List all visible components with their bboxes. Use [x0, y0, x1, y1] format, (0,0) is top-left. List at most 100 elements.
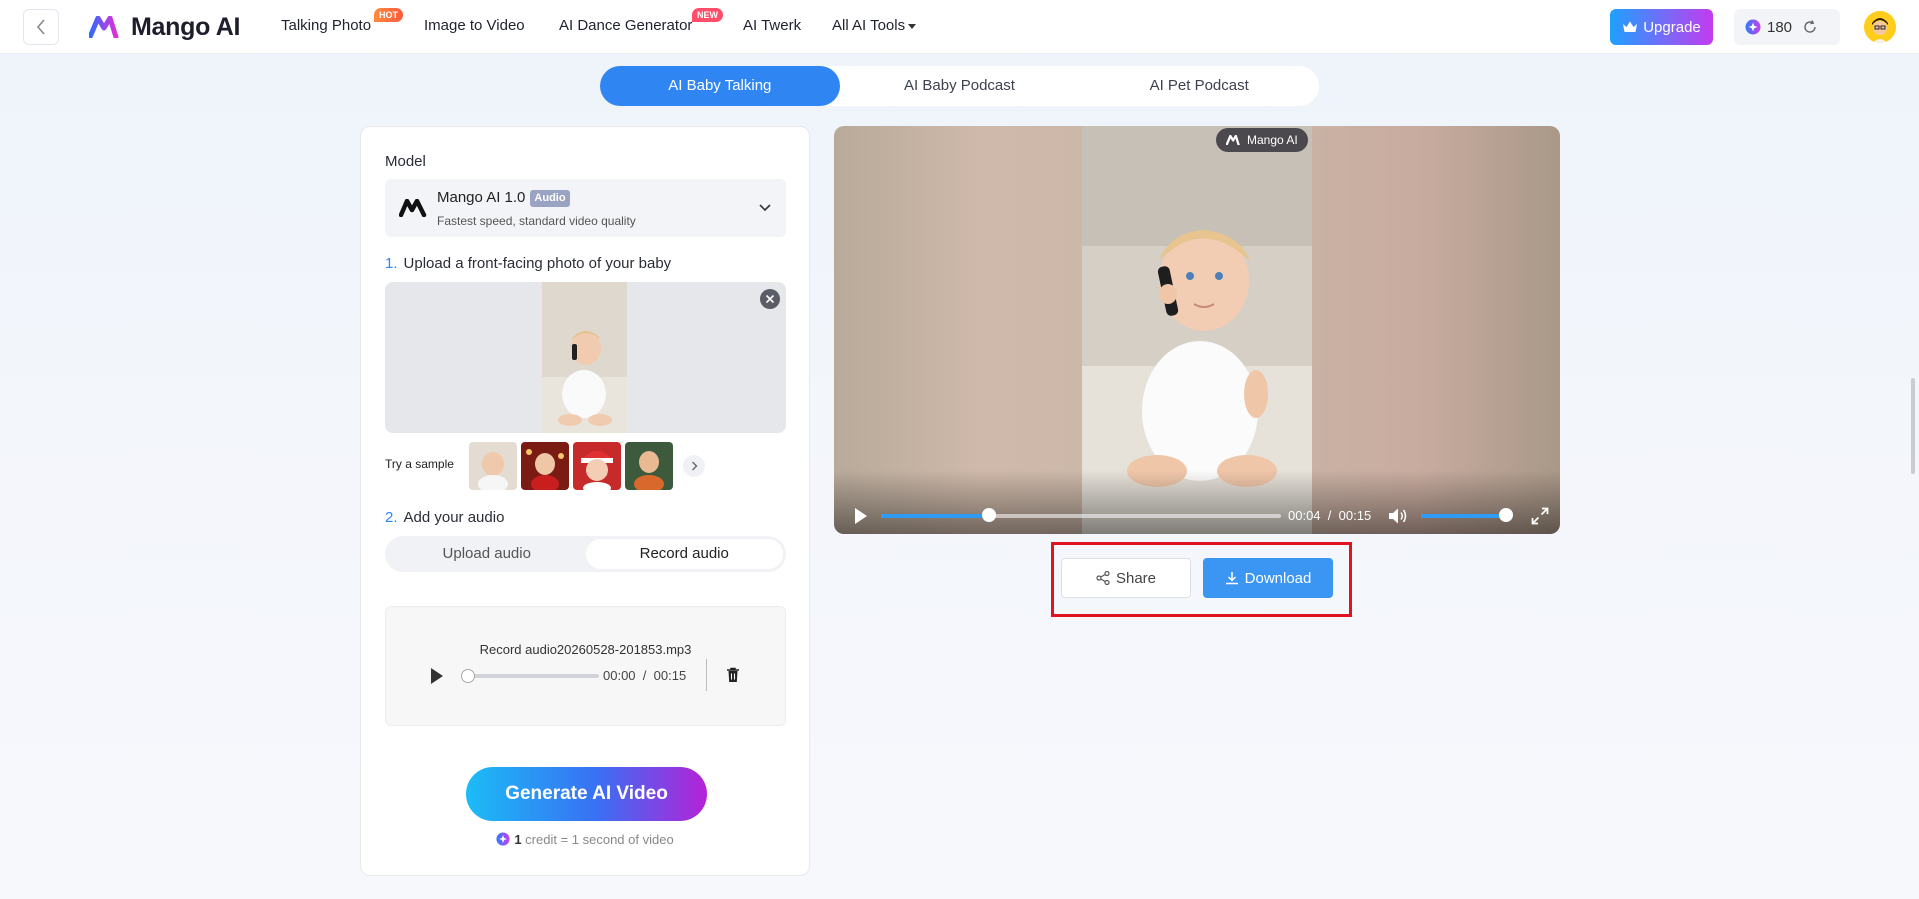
- settings-panel: Model Mango AI 1.0 Audio Fastest speed, s…: [360, 126, 810, 876]
- nav-talking-photo[interactable]: Talking Photo: [281, 17, 371, 34]
- video-controls: 00:04 / 00:15: [834, 470, 1560, 534]
- generate-video-button[interactable]: Generate AI Video: [466, 767, 707, 821]
- step2-number: 2.: [385, 509, 398, 526]
- chevron-down-icon: [759, 204, 771, 212]
- try-sample-label: Try a sample: [385, 457, 454, 471]
- share-button[interactable]: Share: [1061, 558, 1191, 598]
- sample-image: [521, 442, 569, 490]
- credit-text: credit = 1 second of video: [525, 832, 674, 847]
- audio-current-time: 00:00: [603, 668, 636, 683]
- model-name: Mango AI 1.0 Audio: [437, 189, 570, 207]
- audio-progress-handle[interactable]: [461, 669, 475, 683]
- audio-source-tabs: Upload audio Record audio: [385, 536, 786, 572]
- audio-time-separator: /: [642, 668, 647, 683]
- logo[interactable]: Mango AI: [89, 11, 240, 43]
- tab-record-audio[interactable]: Record audio: [585, 539, 783, 569]
- close-icon: [765, 294, 775, 304]
- step1-number: 1.: [385, 255, 398, 272]
- back-button[interactable]: [23, 9, 59, 45]
- sample-image: [469, 442, 517, 490]
- nav-all-ai-tools[interactable]: All AI Tools: [832, 17, 917, 34]
- sample-thumbnail-3[interactable]: [573, 442, 621, 490]
- volume-fill: [1421, 514, 1506, 518]
- page-scrollbar[interactable]: [1911, 378, 1915, 474]
- refresh-icon[interactable]: [1802, 19, 1818, 35]
- step1-label: 1. Upload a front-facing photo of your ba…: [385, 255, 671, 272]
- remove-photo-button[interactable]: [760, 289, 780, 309]
- video-time-separator: /: [1327, 508, 1332, 523]
- video-progress-fill: [881, 514, 989, 518]
- avatar-image: [1864, 11, 1896, 43]
- nav-image-to-video[interactable]: Image to Video: [424, 17, 525, 34]
- audio-time: 00:00 / 00:15: [603, 668, 686, 683]
- uploaded-photo: [542, 282, 627, 433]
- new-badge: NEW: [692, 8, 723, 22]
- step2-label: 2. Add your audio: [385, 509, 504, 526]
- video-progress-handle[interactable]: [982, 508, 996, 522]
- samples-next-button[interactable]: [683, 455, 705, 477]
- tab-ai-baby-podcast[interactable]: AI Baby Podcast: [840, 66, 1080, 106]
- share-icon: [1096, 571, 1110, 585]
- tab-ai-baby-talking[interactable]: AI Baby Talking: [600, 66, 840, 106]
- chevron-right-icon: [691, 461, 697, 471]
- recorded-audio-player: Record audio20260528-201853.mp3 00:00 / …: [385, 606, 786, 726]
- audio-tag: Audio: [530, 190, 570, 207]
- credit-icon: [496, 832, 510, 846]
- video-current-time: 00:04: [1288, 508, 1321, 523]
- credit-icon: [1745, 19, 1761, 35]
- credit-count: 1: [514, 832, 522, 847]
- audio-duration: 00:15: [653, 668, 687, 683]
- volume-handle[interactable]: [1499, 508, 1513, 522]
- video-duration: 00:15: [1338, 508, 1372, 523]
- video-player[interactable]: Mango AI 00:04 / 00:15: [834, 126, 1560, 534]
- upgrade-button[interactable]: Upgrade: [1610, 9, 1713, 45]
- divider: [706, 659, 707, 691]
- tab-ai-pet-podcast[interactable]: AI Pet Podcast: [1079, 66, 1319, 106]
- video-time: 00:04 / 00:15: [1288, 508, 1371, 523]
- sample-image: [625, 442, 673, 490]
- model-dropdown[interactable]: Mango AI 1.0 Audio Fastest speed, standar…: [385, 179, 786, 237]
- tab-upload-audio[interactable]: Upload audio: [388, 539, 586, 569]
- credit-note: 1 credit = 1 second of video: [361, 832, 809, 847]
- top-navigation: Mango AI Talking Photo HOT Image to Vide…: [0, 0, 1919, 54]
- play-icon[interactable]: [854, 507, 868, 525]
- sample-thumbnail-1[interactable]: [469, 442, 517, 490]
- download-button[interactable]: Download: [1203, 558, 1333, 598]
- audio-progress-track[interactable]: [466, 674, 599, 678]
- mango-logo-icon: [89, 16, 119, 38]
- nav-ai-dance-generator[interactable]: AI Dance Generator: [559, 17, 692, 34]
- user-avatar[interactable]: [1864, 11, 1896, 43]
- sample-thumbnail-2[interactable]: [521, 442, 569, 490]
- credits-display: 180: [1734, 9, 1840, 45]
- model-logo-icon: [399, 199, 427, 217]
- recording-filename: Record audio20260528-201853.mp3: [479, 642, 692, 657]
- download-label: Download: [1244, 569, 1312, 587]
- video-progress-track[interactable]: [881, 514, 1281, 518]
- crown-icon: [1623, 21, 1638, 32]
- hot-badge: HOT: [374, 8, 403, 22]
- watermark-text: Mango AI: [1247, 133, 1298, 147]
- nav-all-ai-tools-label: All AI Tools: [832, 17, 906, 34]
- upgrade-label: Upgrade: [1643, 18, 1701, 36]
- step2-text: Add your audio: [403, 509, 505, 526]
- chevron-left-icon: [36, 19, 45, 35]
- step1-text: Upload a front-facing photo of your baby: [403, 255, 672, 272]
- sample-thumbnail-4[interactable]: [625, 442, 673, 490]
- sample-image: [573, 442, 621, 490]
- model-label: Model: [385, 153, 426, 170]
- baby-photo-image: [542, 282, 627, 433]
- trash-icon[interactable]: [726, 667, 740, 683]
- photo-upload-area[interactable]: [385, 282, 786, 433]
- play-icon[interactable]: [430, 667, 444, 685]
- volume-icon[interactable]: [1388, 507, 1408, 525]
- volume-track[interactable]: [1421, 514, 1506, 518]
- download-icon: [1225, 572, 1238, 585]
- share-label: Share: [1115, 569, 1157, 587]
- model-description: Fastest speed, standard video quality: [437, 214, 636, 228]
- caret-down-icon: [908, 23, 917, 29]
- fullscreen-icon[interactable]: [1531, 507, 1549, 525]
- mango-logo-icon: [1226, 135, 1240, 145]
- video-watermark: Mango AI: [1216, 128, 1308, 152]
- nav-ai-twerk[interactable]: AI Twerk: [743, 17, 801, 34]
- credits-count: 180: [1767, 18, 1793, 36]
